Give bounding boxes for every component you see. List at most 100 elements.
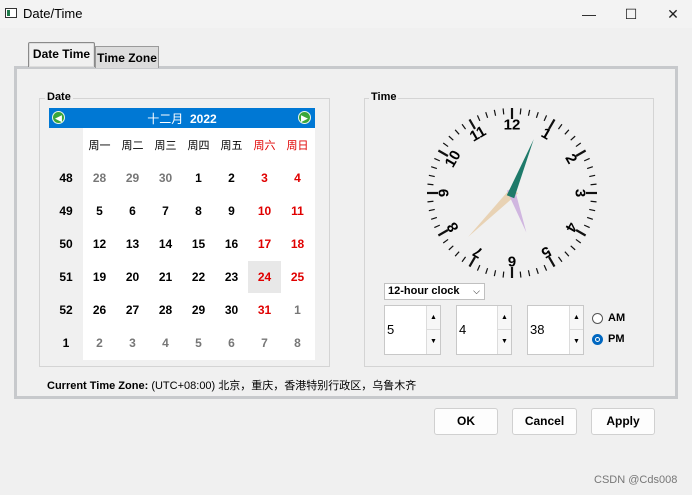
radio-circle-icon[interactable] bbox=[592, 313, 603, 324]
calendar-day[interactable]: 8 bbox=[281, 327, 314, 359]
clock-tick bbox=[575, 238, 582, 244]
clock-tick bbox=[430, 166, 438, 170]
calendar-day[interactable]: 3 bbox=[248, 162, 281, 194]
calendar-day[interactable]: 6 bbox=[116, 195, 149, 227]
calendar-day[interactable]: 19 bbox=[83, 261, 116, 293]
second-spinner[interactable]: 38 ▲ ▼ bbox=[527, 305, 584, 355]
weekday-header: 周三 bbox=[154, 140, 177, 152]
weekday-header: 周二 bbox=[121, 140, 144, 152]
calendar-day[interactable]: 2 bbox=[83, 327, 116, 359]
radio-checked-icon[interactable] bbox=[592, 334, 603, 345]
weekday-header: 周四 bbox=[187, 140, 210, 152]
cancel-button[interactable]: Cancel bbox=[512, 408, 577, 435]
calendar-day[interactable]: 5 bbox=[83, 195, 116, 227]
maximize-button[interactable]: ☐ bbox=[608, 0, 654, 28]
clock-tick bbox=[427, 200, 434, 203]
calendar-day[interactable]: 15 bbox=[182, 228, 215, 260]
calendar-day[interactable]: 29 bbox=[116, 162, 149, 194]
close-button[interactable]: ✕ bbox=[650, 0, 692, 28]
clock-tick bbox=[557, 123, 563, 130]
calendar-day[interactable]: 17 bbox=[248, 228, 281, 260]
calendar-day[interactable]: 7 bbox=[149, 195, 182, 227]
calendar-day[interactable]: 5 bbox=[182, 327, 215, 359]
second-value[interactable]: 38 bbox=[530, 322, 544, 337]
pm-radio[interactable]: PM bbox=[592, 333, 652, 347]
calendar-day[interactable]: 23 bbox=[215, 261, 248, 293]
clock-tick bbox=[502, 271, 505, 278]
calendar-day[interactable]: 13 bbox=[116, 228, 149, 260]
calendar-day[interactable]: 6 bbox=[215, 327, 248, 359]
clock-tick bbox=[570, 135, 576, 141]
time-group-label: Time bbox=[369, 91, 399, 103]
calendar-title[interactable]: 十二月 2022 bbox=[49, 110, 315, 127]
calendar-day[interactable]: 7 bbox=[248, 327, 281, 359]
second-down-icon[interactable]: ▼ bbox=[570, 330, 583, 354]
clock-tick bbox=[461, 123, 467, 130]
calendar-day[interactable]: 4 bbox=[281, 162, 314, 194]
calendar-day[interactable]: 16 bbox=[215, 228, 248, 260]
calendar-day[interactable]: 31 bbox=[248, 294, 281, 326]
calendar-day[interactable]: 3 bbox=[116, 327, 149, 359]
next-month-icon[interactable]: ▶ bbox=[298, 111, 311, 124]
chevron-down-icon: ⌵ bbox=[473, 286, 480, 296]
clock-tick bbox=[527, 270, 531, 277]
minute-up-icon[interactable]: ▲ bbox=[498, 306, 511, 330]
minute-spinner[interactable]: 4 ▲ ▼ bbox=[456, 305, 512, 355]
hour-down-icon[interactable]: ▼ bbox=[427, 330, 440, 354]
calendar-day[interactable]: 30 bbox=[215, 294, 248, 326]
am-label[interactable]: AM bbox=[608, 312, 625, 324]
week-number: 48 bbox=[59, 171, 73, 185]
calendar-day[interactable]: 20 bbox=[116, 261, 149, 293]
calendar-day[interactable]: 1 bbox=[281, 294, 314, 326]
time-zone-value: (UTC+08:00) 北京，重庆，香港特别行政区，乌鲁木齐 bbox=[151, 380, 417, 392]
calendar-day[interactable]: 12 bbox=[83, 228, 116, 260]
minute-value[interactable]: 4 bbox=[459, 322, 466, 337]
clock-tick bbox=[535, 111, 539, 119]
calendar-day[interactable]: 25 bbox=[281, 261, 314, 293]
calendar-day[interactable]: 27 bbox=[116, 294, 149, 326]
calendar-day[interactable]: 11 bbox=[281, 195, 314, 227]
pm-label[interactable]: PM bbox=[608, 333, 625, 345]
date-group-label: Date bbox=[45, 91, 73, 103]
hour-hand bbox=[506, 139, 534, 199]
tab-date-time[interactable]: Date Time bbox=[28, 42, 95, 67]
apply-button[interactable]: Apply bbox=[591, 408, 655, 435]
clock-tick bbox=[448, 245, 454, 251]
calendar-day[interactable]: 26 bbox=[83, 294, 116, 326]
weekday-header: 周六 bbox=[253, 140, 276, 152]
clock-tick bbox=[485, 111, 489, 119]
clock-tick bbox=[570, 245, 576, 251]
hour-up-icon[interactable]: ▲ bbox=[427, 306, 440, 330]
calendar-day[interactable]: 21 bbox=[149, 261, 182, 293]
hour-spinner[interactable]: 5 ▲ ▼ bbox=[384, 305, 441, 355]
calendar-day[interactable]: 1 bbox=[182, 162, 215, 194]
second-up-icon[interactable]: ▲ bbox=[570, 306, 583, 330]
calendar-day[interactable]: 4 bbox=[149, 327, 182, 359]
current-time-zone: Current Time Zone: (UTC+08:00) 北京，重庆，香港特… bbox=[47, 377, 416, 393]
minute-down-icon[interactable]: ▼ bbox=[498, 330, 511, 354]
title-bar: Date/Time — ☐ ✕ bbox=[0, 0, 692, 28]
calendar-day[interactable]: 8 bbox=[182, 195, 215, 227]
calendar-day[interactable]: 28 bbox=[149, 294, 182, 326]
minimize-button[interactable]: — bbox=[566, 0, 612, 28]
calendar-month[interactable]: 十二月 bbox=[147, 112, 183, 126]
calendar-day[interactable]: 30 bbox=[149, 162, 182, 194]
calendar-year[interactable]: 2022 bbox=[190, 112, 217, 126]
hour-value[interactable]: 5 bbox=[387, 322, 394, 337]
calendar-day[interactable]: 2 bbox=[215, 162, 248, 194]
ok-button[interactable]: OK bbox=[434, 408, 498, 435]
calendar-day[interactable]: 10 bbox=[248, 195, 281, 227]
calendar-day[interactable]: 28 bbox=[83, 162, 116, 194]
calendar-day[interactable]: 29 bbox=[182, 294, 215, 326]
week-number: 52 bbox=[59, 303, 73, 317]
calendar-day[interactable]: 22 bbox=[182, 261, 215, 293]
tab-time-zone[interactable]: Time Zone bbox=[95, 46, 159, 68]
calendar-day[interactable]: 18 bbox=[281, 228, 314, 260]
clock-tick bbox=[519, 108, 522, 115]
calendar-day[interactable]: 14 bbox=[149, 228, 182, 260]
clock-tick bbox=[493, 109, 497, 116]
am-radio[interactable]: AM bbox=[592, 312, 652, 326]
calendar-day[interactable]: 9 bbox=[215, 195, 248, 227]
clock-format-select[interactable]: 12-hour clock ⌵ bbox=[384, 283, 485, 300]
calendar-day[interactable]: 24 bbox=[248, 261, 281, 293]
